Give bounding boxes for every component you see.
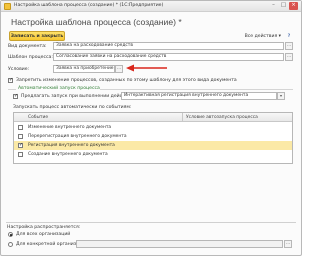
condition-select-icon[interactable]: … (115, 65, 123, 73)
suggest-start-label: Предлагать запуск при выполнении действи… (21, 94, 135, 99)
condition-field[interactable]: Заявка на приобретение ОС (53, 65, 121, 73)
column-divider (182, 113, 183, 122)
events-title: Запускать процесс автоматически по событ… (13, 105, 132, 110)
table-row-selected[interactable]: Регистрация внутреннего документа (14, 141, 292, 150)
table-row[interactable]: Перерегистрация внутреннего документа (14, 132, 292, 141)
window-controls: – □ × (269, 2, 298, 10)
column-event[interactable]: Событие (28, 115, 48, 120)
save-close-button[interactable]: Записать и закрыть (9, 31, 65, 41)
forbid-change-label: Запретить изменение процессов, созданных… (16, 78, 237, 83)
process-template-field[interactable]: Согласование заявки на расходование сред… (53, 53, 284, 61)
organization-select-icon[interactable]: … (284, 240, 292, 248)
column-condition[interactable]: Условие автозапуска процесса (186, 115, 258, 120)
doc-type-label: Вид документа: (8, 44, 47, 49)
process-template-label: Шаблон процесса: (8, 55, 53, 60)
autostart-group-line-right (100, 89, 293, 90)
row-checkbox[interactable] (18, 134, 23, 139)
red-arrow-icon (126, 64, 167, 72)
row-label: Регистрация внутреннего документа (28, 143, 115, 148)
doc-type-field[interactable]: Заявка на расходование средств (53, 42, 284, 50)
suggest-action-field[interactable]: Интерактивная регистрация внутреннего до… (121, 92, 277, 100)
row-label: Создание внутреннего документа (28, 152, 108, 157)
minimize-icon[interactable]: – (269, 2, 278, 10)
close-icon[interactable]: × (289, 2, 298, 10)
autostart-group-title: Автоматический запуск процесса (18, 86, 100, 91)
page-title: Настройка шаблона процесса (создание) * (11, 17, 182, 27)
events-table-header: Событие Условие автозапуска процесса (14, 113, 292, 122)
all-orgs-label: Для всех организаций (16, 232, 71, 237)
doc-type-select-icon[interactable]: … (285, 42, 293, 50)
table-row[interactable]: Создание внутреннего документа (14, 150, 292, 159)
table-row[interactable]: Изменение внутреннего документа (14, 123, 292, 132)
organization-field[interactable] (76, 240, 283, 248)
specific-org-radio[interactable] (8, 242, 13, 247)
events-table: Событие Условие автозапуска процесса Изм… (13, 112, 293, 164)
title-bar: Настройка шаблона процесса (создание) * … (1, 1, 301, 12)
scope-title: Настройка распространяется: (7, 225, 81, 230)
row-checkbox[interactable] (18, 142, 23, 148)
divider (6, 222, 296, 223)
row-checkbox[interactable] (18, 152, 23, 157)
window-title: Настройка шаблона процесса (создание) * … (14, 3, 164, 8)
help-button[interactable]: ? (284, 31, 294, 41)
suggest-start-checkbox[interactable] (13, 93, 18, 99)
app-icon (4, 3, 11, 10)
maximize-icon[interactable]: □ (279, 2, 288, 10)
row-label: Изменение внутреннего документа (28, 125, 112, 130)
condition-label: Условие: (8, 67, 30, 72)
row-checkbox[interactable] (18, 125, 23, 130)
autostart-group-line-left (8, 89, 16, 90)
forbid-change-checkbox[interactable] (8, 77, 13, 83)
all-orgs-radio[interactable] (8, 232, 13, 237)
process-template-select-icon[interactable]: … (285, 53, 293, 61)
main-window: Настройка шаблона процесса (создание) * … (0, 0, 302, 256)
chevron-down-icon[interactable]: ▾ (277, 92, 285, 100)
more-actions-button[interactable]: Все действия ▾ (243, 31, 281, 41)
row-label: Перерегистрация внутреннего документа (28, 134, 127, 139)
